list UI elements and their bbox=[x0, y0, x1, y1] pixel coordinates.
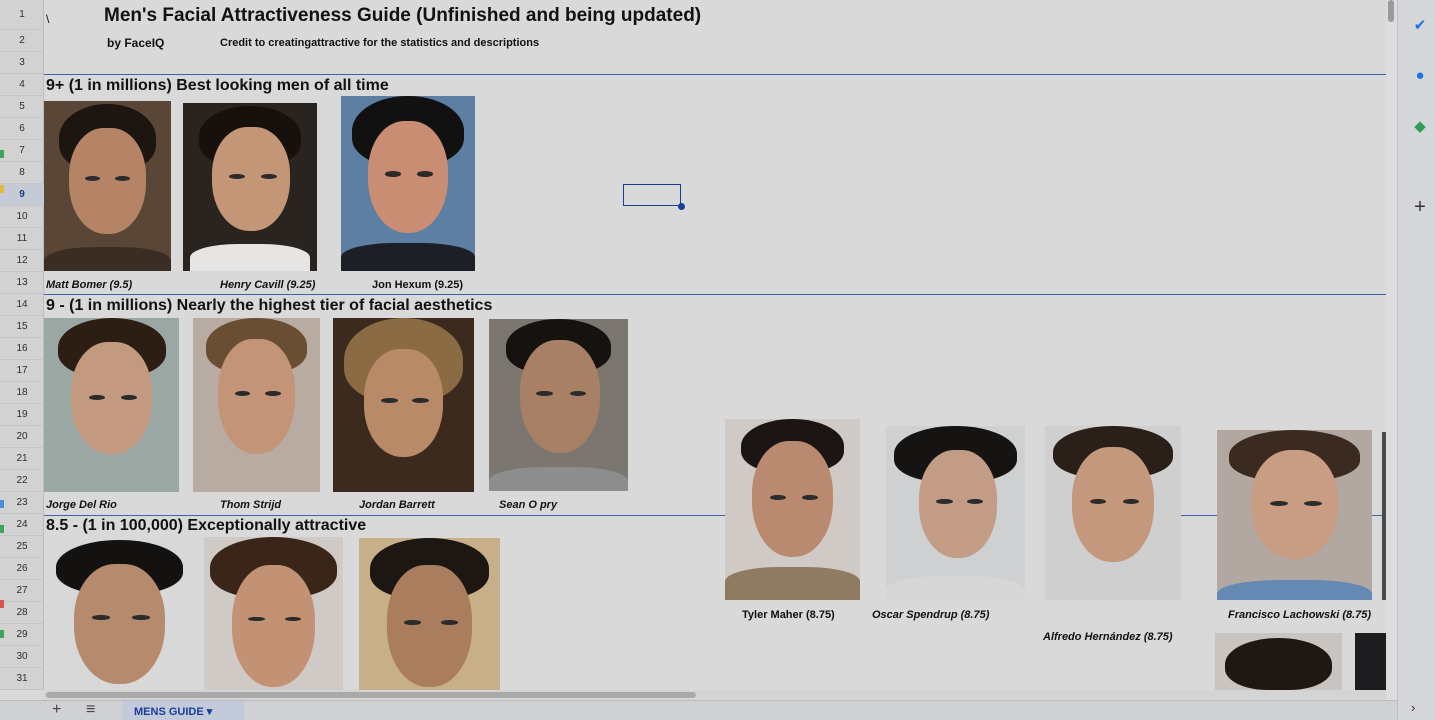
row-header[interactable]: 1 2 3 4 5 6 7 8 9 10 11 12 13 14 15 16 17 18 19 20 21 22 23 24 2… bbox=[0, 0, 44, 690]
horizontal-scroll-thumb[interactable] bbox=[46, 692, 696, 698]
photo-alfredo-hernandez[interactable] bbox=[1045, 426, 1181, 600]
section-divider bbox=[44, 515, 726, 516]
caption-jorge-del-rio: Jorge Del Rio bbox=[46, 499, 117, 511]
row-number[interactable]: 23 bbox=[0, 492, 44, 514]
selected-cell[interactable] bbox=[623, 184, 681, 206]
row-number[interactable]: 7 bbox=[0, 140, 44, 162]
author-label: by FaceIQ bbox=[107, 36, 165, 50]
caption-francisco-lachowski: Francisco Lachowski (8.75) bbox=[1228, 609, 1372, 621]
row-number[interactable]: 22 bbox=[0, 470, 44, 492]
row-color-marker bbox=[0, 500, 4, 508]
caption-matt-bomer: Matt Bomer (9.5) bbox=[46, 279, 133, 291]
row-number[interactable]: 30 bbox=[0, 646, 44, 668]
photo-francisco-lachowski[interactable] bbox=[1217, 430, 1372, 600]
section-heading-85: 8.5 - (1 in 100,000) Exceptionally attra… bbox=[46, 517, 367, 534]
row-number[interactable]: 24 bbox=[0, 514, 44, 536]
photo-tier85-1[interactable] bbox=[44, 540, 195, 690]
caption-sean-opry: Sean O pry bbox=[499, 499, 558, 511]
sheet-tab-bar: + ≡ MENS GUIDE ▾ bbox=[0, 700, 1397, 720]
photo-thom-strijd[interactable] bbox=[193, 318, 320, 492]
caption-jordan-barrett: Jordan Barrett bbox=[359, 499, 435, 511]
photo-oscar-spendrup[interactable] bbox=[886, 426, 1025, 600]
photo-tier85-4[interactable] bbox=[1215, 633, 1342, 690]
row-number[interactable]: 8 bbox=[0, 162, 44, 184]
vertical-scroll-thumb[interactable] bbox=[1388, 0, 1394, 22]
collapse-panel-icon[interactable]: › bbox=[1411, 700, 1415, 715]
fill-handle[interactable] bbox=[678, 203, 685, 210]
row-number[interactable]: 11 bbox=[0, 228, 44, 250]
row-number[interactable]: 3 bbox=[0, 52, 44, 74]
row-number[interactable]: 21 bbox=[0, 448, 44, 470]
tasks-icon[interactable]: ✔ bbox=[1412, 18, 1428, 34]
section-heading-9plus: 9+ (1 in millions) Best looking men of a… bbox=[46, 77, 389, 94]
caption-jon-hexum: Jon Hexum (9.25) bbox=[372, 279, 464, 291]
row-number[interactable]: 19 bbox=[0, 404, 44, 426]
row-number[interactable]: 13 bbox=[0, 272, 44, 294]
row-number[interactable]: 1 bbox=[0, 0, 44, 30]
photo-tier85-3[interactable] bbox=[359, 538, 500, 690]
all-sheets-button[interactable]: ≡ bbox=[86, 701, 95, 720]
row-number[interactable]: 9 bbox=[0, 184, 44, 206]
credit-label: Credit to creatingattractive for the sta… bbox=[220, 37, 540, 49]
caption-alfredo-hernandez: Alfredo Hernández (8.75) bbox=[1043, 631, 1173, 643]
row-number[interactable]: 2 bbox=[0, 30, 44, 52]
caption-thom-strijd: Thom Strijd bbox=[220, 499, 282, 511]
maps-icon[interactable]: ◆ bbox=[1412, 119, 1428, 135]
row-color-marker bbox=[0, 600, 4, 608]
spreadsheet-grid[interactable]: 1 2 3 4 5 6 7 8 9 10 11 12 13 14 15 16 17 18 19 20 21 22 23 24 2… bbox=[0, 0, 1386, 700]
row-number[interactable]: 31 bbox=[0, 668, 44, 690]
row-number[interactable]: 17 bbox=[0, 360, 44, 382]
photo-jorge-del-rio[interactable] bbox=[44, 318, 179, 492]
page-title: Men's Facial Attractiveness Guide (Unfin… bbox=[104, 5, 702, 26]
row-number[interactable]: 18 bbox=[0, 382, 44, 404]
contacts-icon[interactable]: ● bbox=[1412, 68, 1428, 84]
row-number[interactable]: 10 bbox=[0, 206, 44, 228]
tab-mens-guide[interactable]: MENS GUIDE ▾ bbox=[122, 701, 244, 720]
caption-oscar-spendrup: Oscar Spendrup (8.75) bbox=[872, 609, 990, 621]
section-heading-9: 9 - (1 in millions) Nearly the highest t… bbox=[46, 297, 493, 314]
row-number[interactable]: 27 bbox=[0, 580, 44, 602]
row-number[interactable]: 12 bbox=[0, 250, 44, 272]
cell-a1[interactable]: \ bbox=[46, 12, 49, 26]
vertical-scrollbar[interactable] bbox=[1386, 0, 1397, 700]
row-color-marker bbox=[0, 525, 4, 533]
row-number[interactable]: 28 bbox=[0, 602, 44, 624]
photo-henry-cavill[interactable] bbox=[183, 103, 317, 271]
photo-tier85-2[interactable] bbox=[204, 537, 343, 690]
photo-jon-hexum[interactable] bbox=[341, 96, 475, 271]
photo-matt-bomer[interactable] bbox=[44, 101, 171, 271]
section-divider bbox=[44, 74, 1386, 75]
row-number[interactable]: 5 bbox=[0, 96, 44, 118]
photo-jordan-barrett[interactable] bbox=[333, 318, 474, 492]
row-number[interactable]: 14 bbox=[0, 294, 44, 316]
row-color-marker bbox=[0, 185, 4, 193]
row-color-marker bbox=[0, 630, 4, 638]
row-color-marker bbox=[0, 150, 4, 158]
photo-sean-opry[interactable] bbox=[489, 319, 628, 491]
photo-tier85-5[interactable] bbox=[1355, 633, 1386, 690]
caption-henry-cavill: Henry Cavill (9.25) bbox=[220, 279, 316, 291]
row-number[interactable]: 4 bbox=[0, 74, 44, 96]
photo-tyler-maher[interactable] bbox=[725, 419, 860, 600]
add-addon-icon[interactable]: + bbox=[1412, 197, 1428, 217]
caption-tyler-maher: Tyler Maher (8.75) bbox=[742, 609, 835, 621]
row-number[interactable]: 25 bbox=[0, 536, 44, 558]
row-number[interactable]: 29 bbox=[0, 624, 44, 646]
side-panel: ✔ ● ◆ + bbox=[1397, 0, 1435, 720]
row-number[interactable]: 20 bbox=[0, 426, 44, 448]
row-number[interactable]: 16 bbox=[0, 338, 44, 360]
section-divider bbox=[44, 294, 1386, 295]
row-number[interactable]: 15 bbox=[0, 316, 44, 338]
add-sheet-button[interactable]: + bbox=[52, 701, 61, 720]
row-number[interactable]: 6 bbox=[0, 118, 44, 140]
row-number[interactable]: 26 bbox=[0, 558, 44, 580]
